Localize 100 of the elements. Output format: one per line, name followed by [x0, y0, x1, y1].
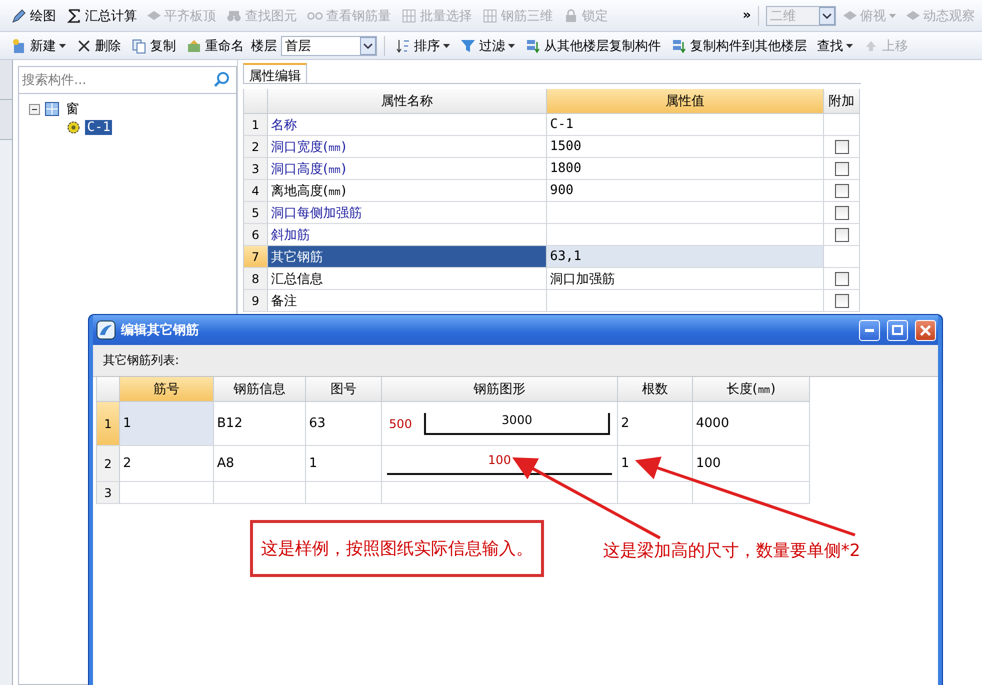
caret-icon — [889, 14, 896, 18]
grid-icon — [482, 8, 498, 24]
row-number: 2 — [244, 136, 268, 158]
app-icon — [96, 320, 116, 340]
toolbar-button[interactable]: 绘图 — [8, 4, 59, 26]
slab-icon — [906, 11, 920, 20]
row-number[interactable]: 1 — [97, 402, 120, 446]
row-number[interactable]: 2 — [97, 446, 120, 482]
row-number[interactable]: 3 — [97, 482, 120, 504]
table-cell: 洞口每侧加强筋 — [268, 202, 547, 224]
filter-icon — [460, 38, 476, 54]
checkbox[interactable] — [834, 206, 848, 220]
table-cell: 1800 — [547, 158, 824, 180]
row-number: 9 — [244, 290, 268, 312]
checkbox[interactable] — [834, 228, 848, 242]
table-cell: 洞口高度(㎜) — [268, 158, 547, 180]
table-cell: 洞口宽度(㎜) — [268, 136, 547, 158]
checkbox[interactable] — [834, 184, 848, 198]
maximize-icon — [892, 325, 903, 335]
table-cell: 斜加筋 — [268, 224, 547, 246]
table-cell: 离地高度(㎜) — [268, 180, 547, 202]
glasses-icon — [307, 12, 323, 20]
row-number: 8 — [244, 268, 268, 290]
minimize-icon — [865, 328, 874, 332]
row-number: 6 — [244, 224, 268, 246]
annotation-note: 这是样例，按照图纸实际信息输入。 — [250, 520, 544, 577]
delete-icon — [76, 38, 92, 54]
column-header: 筋号 — [120, 377, 214, 402]
caret-icon — [508, 44, 515, 48]
column-header: 钢筋图形 — [382, 377, 618, 402]
search-field[interactable]: 搜索构件... — [18, 66, 237, 94]
minimize-button[interactable] — [859, 320, 880, 340]
column-header: 长度(㎜) — [693, 377, 810, 402]
row-number: 4 — [244, 180, 268, 202]
floor-label: 楼层 — [251, 38, 277, 54]
table-cell: 其它钢筋 — [268, 246, 547, 268]
row-number: 3 — [244, 158, 268, 180]
checkbox[interactable] — [834, 272, 848, 286]
floor-select[interactable]: 首层 — [281, 36, 377, 56]
table-cell: 4000 — [693, 402, 810, 446]
table-cell: 2 — [618, 402, 693, 446]
window-icon — [45, 102, 59, 116]
collapse-icon[interactable] — [29, 104, 40, 114]
slab-icon — [843, 11, 857, 20]
caret-icon — [443, 44, 450, 48]
checkbox[interactable] — [834, 162, 848, 176]
table-cell: 备注 — [268, 290, 547, 312]
maximize-button[interactable] — [887, 320, 908, 340]
column-header: 附加 — [824, 89, 860, 114]
checkbox[interactable] — [834, 140, 848, 154]
table-cell: 63,1 — [547, 246, 824, 268]
table-cell: 2 — [120, 446, 214, 482]
row-number: 7 — [244, 246, 268, 268]
table-cell: B12 — [214, 402, 306, 446]
column-header: 属性名称 — [268, 89, 547, 114]
close-icon — [920, 324, 931, 336]
rename-icon — [186, 38, 202, 54]
column-header: 根数 — [618, 377, 693, 402]
toolbar-button[interactable]: 汇总计算 — [63, 4, 140, 26]
table-cell: A8 — [214, 446, 306, 482]
table-cell: 900 — [547, 180, 824, 202]
column-header: 属性值 — [547, 89, 824, 114]
annotation-text: 这是梁加高的尺寸，数量要单侧*2 — [603, 540, 860, 562]
dialog-title: 编辑其它钢筋 — [121, 322, 200, 339]
tree-item[interactable]: C-1 — [85, 120, 112, 134]
pencil-icon — [11, 8, 27, 24]
table-cell: 1500 — [547, 136, 824, 158]
row-number: 5 — [244, 202, 268, 224]
dimension-label: 500 — [389, 416, 412, 430]
list-label: 其它钢筋列表: — [93, 345, 938, 377]
close-button[interactable] — [915, 320, 936, 340]
toolbar-button[interactable]: 新建 — [8, 34, 69, 56]
table-cell: C-1 — [547, 114, 824, 136]
dimension-label: 100 — [488, 452, 511, 466]
sigma-icon — [66, 8, 82, 24]
toolbar-button[interactable]: 查找 — [814, 34, 856, 56]
table-cell: 1 — [306, 446, 382, 482]
search-icon[interactable] — [213, 71, 231, 89]
checkbox[interactable] — [834, 294, 848, 308]
slab-icon — [147, 11, 161, 20]
table-cell: 洞口加强筋 — [547, 268, 824, 290]
column-header: 钢筋信息 — [214, 377, 306, 402]
tab[interactable]: 属性编辑 — [243, 63, 307, 83]
table-cell: 1 — [120, 402, 214, 446]
toolbar-button[interactable]: 排序 — [392, 34, 453, 56]
toolbar-button[interactable]: 从其他楼层复制构件 — [522, 34, 664, 56]
toolbar-button[interactable]: 删除 — [73, 34, 124, 56]
overflow-chevron[interactable]: » — [742, 8, 751, 23]
toolbar-button[interactable]: 重命名 — [183, 34, 247, 56]
column-header: 图号 — [306, 377, 382, 402]
table-cell: 汇总信息 — [268, 268, 547, 290]
toolbar-button[interactable]: 过滤 — [457, 34, 518, 56]
grid-icon — [401, 8, 417, 24]
table-cell: 63 — [306, 402, 382, 446]
copy-icon — [131, 38, 147, 54]
toolbar-button[interactable]: 复制构件到其他楼层 — [668, 34, 810, 56]
tree-item[interactable]: 窗 — [64, 100, 81, 118]
table-cell: 100 — [693, 446, 810, 482]
toolbar-button[interactable]: 复制 — [128, 34, 179, 56]
caret-icon — [59, 44, 66, 48]
